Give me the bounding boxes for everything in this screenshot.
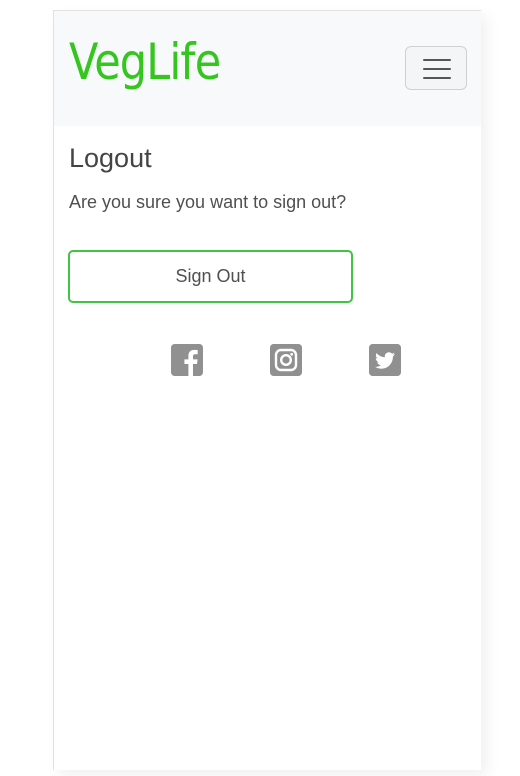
page-container: VegLife Logout Are you sure you want to … xyxy=(53,10,481,770)
facebook-icon[interactable] xyxy=(171,344,203,376)
page-title: Logout xyxy=(69,143,152,173)
twitter-icon[interactable] xyxy=(369,344,401,376)
hamburger-icon xyxy=(423,59,451,61)
confirmation-message: Are you sure you want to sign out? xyxy=(69,192,347,212)
instagram-icon[interactable] xyxy=(270,344,302,376)
navbar: VegLife xyxy=(54,11,481,126)
nav-toggle-button[interactable] xyxy=(405,46,467,90)
sign-out-button[interactable]: Sign Out xyxy=(68,250,353,303)
brand-logo[interactable]: VegLife xyxy=(69,35,221,90)
